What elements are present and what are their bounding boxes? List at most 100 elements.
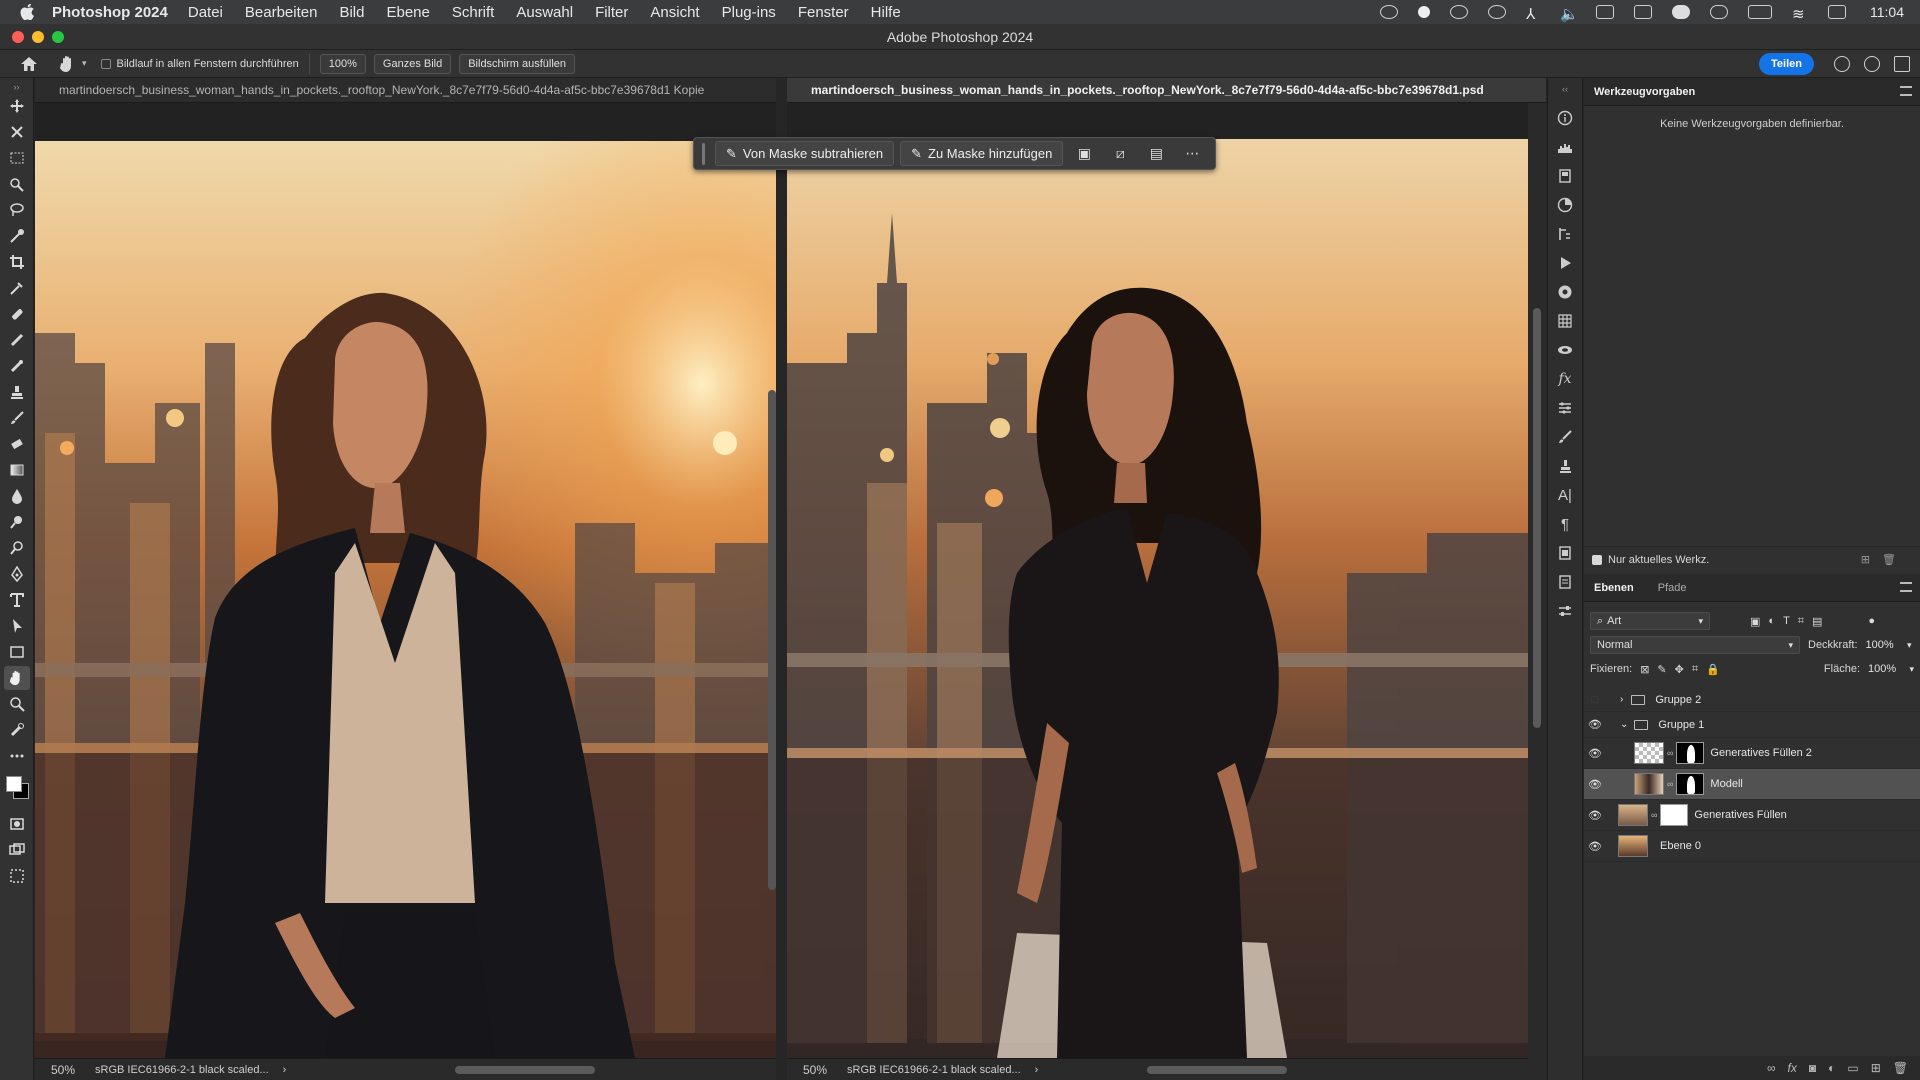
path-selection-tool-icon[interactable] [4, 614, 30, 638]
clone-stamp-tool-icon[interactable] [4, 380, 30, 404]
wifi-icon[interactable]: ≋ [1792, 5, 1808, 23]
zoom-level-right[interactable]: 50% [803, 1063, 833, 1077]
brush-settings-icon[interactable] [1555, 225, 1575, 243]
history-icon[interactable] [1555, 167, 1575, 185]
new-adjustment-layer-icon[interactable]: ◐ [1828, 1061, 1835, 1075]
status-chevron-icon[interactable]: › [283, 1064, 287, 1076]
minimize-window-button[interactable] [32, 31, 44, 43]
styles-fx-icon[interactable]: fx [1555, 370, 1575, 388]
dodge-tool-icon[interactable] [4, 510, 30, 534]
search-icon[interactable] [1834, 56, 1850, 72]
home-icon[interactable] [20, 56, 38, 72]
layer-row[interactable]: 👁 ∞ Generatives Füllen [1584, 800, 1920, 831]
healing-brush-icon[interactable] [4, 328, 30, 352]
edit-toolbar-icon[interactable] [4, 718, 30, 742]
collapse-tools-icon[interactable]: ›› [0, 82, 33, 92]
grid-icon[interactable] [1555, 312, 1575, 330]
creative-cloud-icon[interactable] [1380, 5, 1398, 19]
zoom-100-button[interactable]: 100% [319, 53, 366, 74]
burn-tool-icon[interactable] [4, 536, 30, 560]
filter-smart-object-icon[interactable]: ▤ [1812, 615, 1822, 628]
layer-row[interactable]: □ › Gruppe 2 [1584, 688, 1920, 712]
eye-icon[interactable]: 👁 [1584, 718, 1606, 731]
eye-icon[interactable]: 👁 [1584, 809, 1606, 822]
info-icon[interactable] [1555, 109, 1575, 127]
fill-mask-icon[interactable]: ▤ [1141, 141, 1171, 166]
chevron-right-icon[interactable]: › [1620, 694, 1623, 705]
eye-icon[interactable]: 👁 [1584, 747, 1606, 760]
more-tools-icon[interactable] [4, 744, 30, 768]
filter-toggle-icon[interactable]: ● [1868, 615, 1875, 627]
vertical-scrollbar-left[interactable] [768, 390, 776, 890]
quick-mask-icon[interactable] [4, 812, 30, 836]
object-selection-tool-icon[interactable] [4, 172, 30, 196]
filter-pixel-icon[interactable]: ▣ [1750, 615, 1760, 628]
subtract-from-mask-button[interactable]: ✎ Von Maske subtrahieren [715, 141, 895, 166]
clone-source-icon[interactable] [1555, 457, 1575, 475]
filter-shape-icon[interactable]: ⌗ [1798, 615, 1804, 628]
zoom-window-button[interactable] [52, 31, 64, 43]
hand-tool-icon[interactable] [3, 666, 30, 690]
fit-screen-button[interactable]: Ganzes Bild [373, 53, 452, 74]
lock-all-icon[interactable]: 🔒 [1706, 663, 1720, 676]
tab-tool-presets[interactable]: Werkzeugvorgaben [1590, 80, 1699, 104]
layer-mask-thumbnail[interactable] [1676, 742, 1705, 764]
help-icon[interactable] [1864, 56, 1880, 72]
horizontal-scrollbar-left[interactable] [455, 1066, 595, 1074]
collapse-panels-icon[interactable]: ‹‹ [1555, 80, 1575, 98]
close-window-button[interactable] [12, 31, 24, 43]
hand-tool-icon[interactable] [60, 55, 76, 73]
new-group-icon[interactable]: ▭ [1847, 1061, 1858, 1075]
filter-adjustment-icon[interactable]: ◐ [1768, 615, 1775, 627]
tab-layers[interactable]: Ebenen [1590, 576, 1638, 600]
night-mode-icon[interactable] [1418, 6, 1430, 18]
layer-mask-thumbnail[interactable] [1676, 773, 1705, 795]
apple-menu-icon[interactable] [18, 4, 40, 20]
color-profile-right[interactable]: sRGB IEC61966-2-1 black scaled... [847, 1064, 1021, 1076]
move-tool-icon[interactable] [4, 94, 30, 118]
marquee-tool-icon[interactable] [4, 146, 30, 170]
share-button[interactable]: Teilen [1759, 53, 1814, 75]
document-tab-right[interactable]: martindoersch_business_woman_hands_in_po… [787, 78, 1546, 103]
link-icon[interactable]: ∞ [1651, 810, 1657, 820]
layer-row[interactable]: 👁 ⌄ Gruppe 1 [1584, 712, 1920, 738]
trash-icon[interactable]: 🗑 [1893, 1061, 1908, 1075]
lasso-tool-icon[interactable] [4, 198, 30, 222]
horizontal-scrollbar-right[interactable] [1147, 1066, 1287, 1074]
chevron-down-icon[interactable]: ⌄ [1620, 719, 1628, 730]
menu-bild[interactable]: Bild [339, 4, 364, 21]
tab-paths[interactable]: Pfade [1654, 576, 1691, 600]
menu-hilfe[interactable]: Hilfe [871, 4, 901, 21]
libraries-icon[interactable] [1555, 544, 1575, 562]
taskbar-grip-handle[interactable] [702, 142, 705, 165]
layer-mask-thumbnail[interactable] [1660, 804, 1689, 826]
canvas-left[interactable] [35, 103, 776, 1058]
weather-icon[interactable] [1672, 5, 1690, 19]
layer-row[interactable]: 👁 Ebene 0 [1584, 831, 1920, 862]
3d-icon[interactable] [1555, 341, 1575, 359]
lock-position-icon[interactable]: ✥ [1675, 663, 1684, 676]
screen-mode-icon[interactable] [4, 838, 30, 862]
layer-row[interactable]: 👁 ∞ Generatives Füllen 2 [1584, 738, 1920, 769]
time-machine-icon[interactable] [1450, 5, 1468, 19]
eraser-tool-icon[interactable] [4, 432, 30, 456]
brushes-icon[interactable] [1555, 428, 1575, 446]
more-options-icon[interactable]: ⋯ [1177, 141, 1207, 166]
invert-mask-icon[interactable]: ⧄ [1105, 141, 1135, 166]
swatches-icon[interactable] [1555, 283, 1575, 301]
gradient-tool-icon[interactable] [4, 458, 30, 482]
new-preset-icon[interactable]: ⊞ [1861, 553, 1870, 566]
menu-fenster[interactable]: Fenster [798, 4, 849, 21]
visibility-toggle-off[interactable]: □ [1584, 694, 1606, 706]
eye-icon[interactable]: 👁 [1584, 778, 1606, 791]
panel-menu-icon[interactable] [1900, 582, 1912, 592]
layer-filter-select[interactable]: ⌕ Art ▾ [1590, 612, 1710, 630]
mask-options-icon[interactable]: ▣ [1069, 141, 1099, 166]
layer-style-fx-icon[interactable]: fx [1788, 1061, 1797, 1075]
spot-healing-tool-icon[interactable] [4, 302, 30, 326]
menu-plugins[interactable]: Plug-ins [722, 4, 776, 21]
patch-tool-icon[interactable] [4, 354, 30, 378]
menu-bearbeiten[interactable]: Bearbeiten [245, 4, 318, 21]
document-tab-left[interactable]: martindoersch_business_woman_hands_in_po… [35, 78, 776, 103]
workspace-icon[interactable] [1894, 56, 1910, 72]
